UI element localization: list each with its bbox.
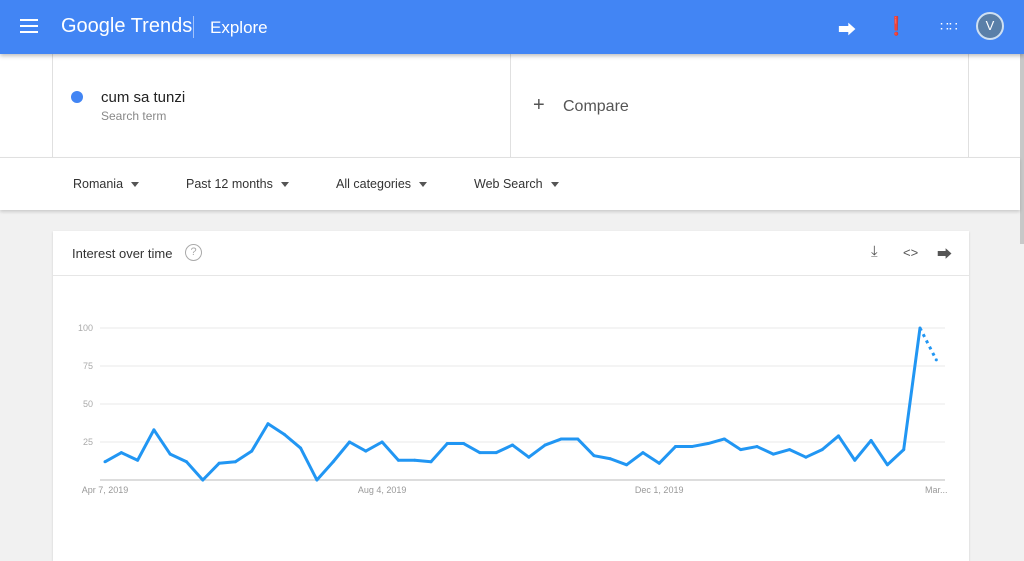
- x-tick-label: Apr 7, 2019: [82, 485, 129, 495]
- scrollbar[interactable]: [1020, 54, 1024, 244]
- data-point: [885, 463, 889, 467]
- data-point: [119, 451, 123, 455]
- data-point: [543, 443, 547, 447]
- data-point: [429, 460, 433, 464]
- top-bar: Google Trends Explore ⮕ ❗ ∷∷ V: [0, 0, 1024, 54]
- y-tick-label: 50: [83, 399, 93, 409]
- data-point: [364, 449, 368, 453]
- data-point: [625, 463, 629, 467]
- data-point: [233, 460, 237, 464]
- data-point: [250, 449, 254, 453]
- interest-over-time-card: Interest over time ? ⤓ <> ⮕ 100 75 50 25 Apr…: [53, 231, 969, 561]
- data-point: [739, 448, 743, 452]
- time-value: Past 12 months: [186, 177, 273, 191]
- data-point: [462, 442, 466, 446]
- data-point: [445, 442, 449, 446]
- search-term-box[interactable]: cum sa tunzi Search term: [52, 54, 511, 157]
- data-point: [837, 434, 840, 438]
- data-point: [299, 446, 303, 450]
- search-type-value: Web Search: [474, 177, 543, 191]
- divider: [193, 16, 194, 38]
- data-point: [608, 457, 612, 461]
- search-term-label: Search term: [101, 109, 167, 123]
- app-logo[interactable]: Google Trends: [61, 15, 192, 38]
- data-point: [380, 440, 384, 444]
- data-point: [755, 445, 759, 449]
- region-dropdown[interactable]: Romania: [73, 177, 140, 191]
- line-chart: 100 75 50 25 Apr 7, 2019 Aug 4, 2019 Dec 1, 20…: [78, 323, 948, 495]
- category-dropdown[interactable]: All categories: [336, 177, 428, 191]
- data-point: [315, 478, 319, 482]
- series-partial-line: [918, 327, 938, 361]
- time-dropdown[interactable]: Past 12 months: [186, 177, 289, 191]
- data-point: [657, 461, 661, 465]
- data-point: [494, 451, 498, 455]
- menu-icon[interactable]: [20, 19, 38, 33]
- data-point: [804, 455, 808, 459]
- data-point: [902, 448, 906, 452]
- data-point: [511, 443, 514, 447]
- data-point: [820, 448, 824, 452]
- data-point: [788, 448, 792, 452]
- apps-icon[interactable]: ∷∷: [940, 18, 958, 35]
- page-title: Explore: [210, 18, 268, 37]
- data-point: [413, 458, 417, 462]
- data-point: [559, 437, 563, 441]
- caret-down-icon: [419, 182, 428, 188]
- data-point: [722, 437, 726, 441]
- compare-button[interactable]: + Compare: [511, 54, 969, 157]
- data-point: [152, 428, 156, 432]
- data-point: [853, 458, 857, 462]
- data-point: [771, 452, 775, 456]
- category-value: All categories: [336, 177, 412, 191]
- term-color-dot: [71, 91, 83, 103]
- data-point: [168, 452, 172, 456]
- caret-down-icon: [131, 182, 140, 188]
- search-type-dropdown[interactable]: Web Search: [474, 177, 559, 191]
- caret-down-icon: [550, 182, 559, 188]
- y-tick-label: 100: [78, 323, 93, 333]
- plus-icon: +: [533, 94, 545, 116]
- data-point: [641, 451, 645, 455]
- feedback-icon[interactable]: ❗: [885, 16, 907, 37]
- share-icon[interactable]: ⮕: [838, 16, 856, 42]
- data-point: [576, 437, 580, 441]
- data-point: [918, 326, 922, 330]
- data-point: [136, 458, 140, 462]
- data-point: [690, 445, 694, 449]
- data-point: [869, 438, 873, 442]
- data-point: [527, 455, 531, 459]
- data-point: [706, 442, 710, 446]
- data-point: [592, 454, 596, 458]
- compare-label: Compare: [563, 98, 629, 115]
- data-point: [185, 460, 188, 464]
- data-point: [331, 460, 335, 464]
- caret-down-icon: [280, 182, 289, 188]
- filter-bar: Romania Past 12 months All categories We…: [0, 157, 1020, 210]
- data-point: [103, 460, 107, 464]
- data-point: [348, 440, 351, 444]
- data-point: [674, 445, 677, 449]
- y-tick-label: 25: [83, 437, 93, 447]
- data-point: [266, 422, 270, 426]
- data-point: [396, 458, 400, 462]
- data-point: [217, 461, 221, 465]
- data-point: [282, 432, 286, 436]
- region-value: Romania: [73, 177, 124, 191]
- search-row: cum sa tunzi Search term + Compare: [0, 54, 1020, 157]
- data-point: [201, 478, 205, 482]
- search-term[interactable]: cum sa tunzi: [101, 89, 185, 106]
- data-point: [934, 358, 938, 362]
- data-point: [478, 451, 482, 455]
- x-tick-label: Dec 1, 2019: [635, 485, 684, 495]
- x-tick-label: Aug 4, 2019: [358, 485, 407, 495]
- x-tick-label: Mar...: [925, 485, 948, 495]
- y-tick-label: 75: [83, 361, 93, 371]
- avatar[interactable]: V: [976, 12, 1004, 40]
